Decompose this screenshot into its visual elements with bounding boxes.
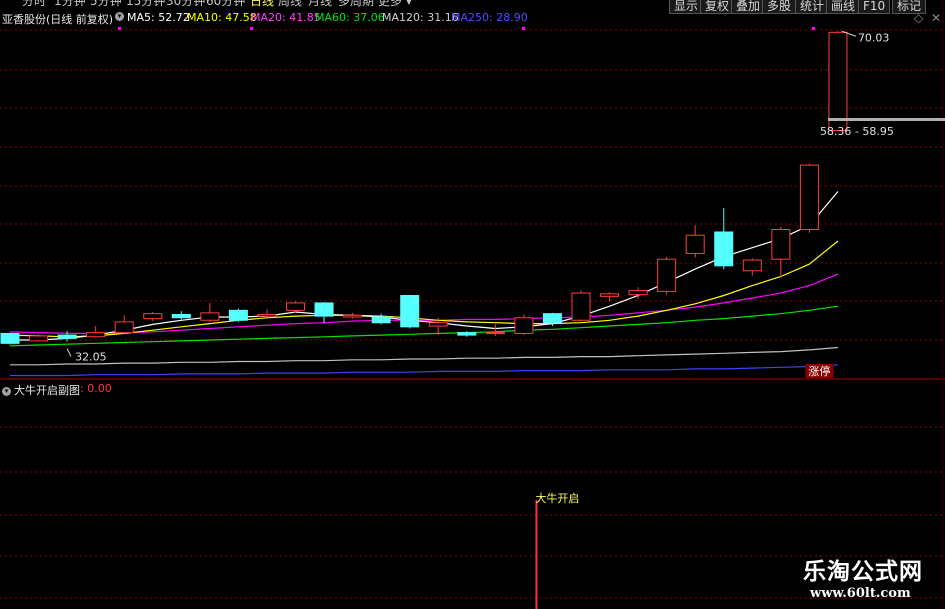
- signal-label: 大牛开启: [535, 491, 579, 505]
- candle-body-up: [742, 259, 762, 272]
- candle-body-up: [286, 302, 305, 311]
- marker-dot: [250, 27, 253, 30]
- range-marker-bar: [827, 118, 945, 121]
- candle-body-up: [428, 322, 448, 327]
- low-arrow-line: [66, 348, 72, 357]
- candle-body-up: [828, 31, 848, 132]
- ma5-line: [10, 191, 839, 341]
- candle-body-up: [799, 164, 819, 230]
- ma120-line: [10, 346, 839, 366]
- candle-body-down: [0, 332, 20, 344]
- ma20-line: [9, 273, 839, 334]
- candle-body-up: [143, 313, 163, 320]
- low-price-label: 32.05: [75, 351, 107, 364]
- ma250-line: [10, 364, 839, 377]
- candle-body-down: [457, 332, 477, 336]
- candle-body-down: [714, 231, 734, 267]
- candle-body-up: [628, 290, 648, 296]
- watermark-url: www.60lt.com: [810, 586, 911, 601]
- marker-dot: [118, 27, 121, 30]
- candle-body-down: [400, 295, 420, 328]
- candle-body-down: [228, 309, 248, 321]
- candle-body-up: [685, 234, 705, 254]
- candle-body-down: [57, 334, 77, 339]
- candle-body-up: [200, 312, 220, 321]
- candle-body-up: [86, 332, 106, 338]
- candle-body-up: [343, 314, 363, 318]
- candle-body-up: [771, 229, 791, 260]
- sub-settings-circle-icon[interactable]: ▾: [2, 383, 11, 396]
- candle-body-down: [314, 302, 334, 317]
- limit-badge-label: 涨停: [808, 364, 830, 378]
- kline-chart: 70.03 58.36 - 58.95 32.05 涨停大牛开启: [0, 0, 945, 609]
- sub-indicator-title: 大牛开启副图: [14, 384, 80, 397]
- candle-body-down: [542, 313, 562, 324]
- candle-body-up: [29, 335, 49, 342]
- marker-dot: [522, 27, 525, 30]
- candle-body-up: [571, 292, 591, 321]
- candle-body-down: [171, 313, 191, 319]
- sub-indicator-value: : 0.00: [80, 382, 112, 395]
- candle-body-up: [514, 317, 534, 334]
- watermark-title: 乐淘公式网: [803, 558, 923, 585]
- candle-body-up: [485, 332, 505, 335]
- candle-body-up: [600, 293, 620, 297]
- candle-body-up: [657, 258, 677, 292]
- ma10-line: [9, 240, 839, 338]
- candle-body-up: [257, 313, 277, 317]
- range-label: 58.36 - 58.95: [820, 125, 894, 138]
- marker-dot: [812, 27, 815, 30]
- ma60-line: [9, 305, 839, 347]
- high-price-label: 70.03: [858, 31, 890, 44]
- candle-body-down: [371, 316, 391, 324]
- candle-body-up: [114, 321, 134, 334]
